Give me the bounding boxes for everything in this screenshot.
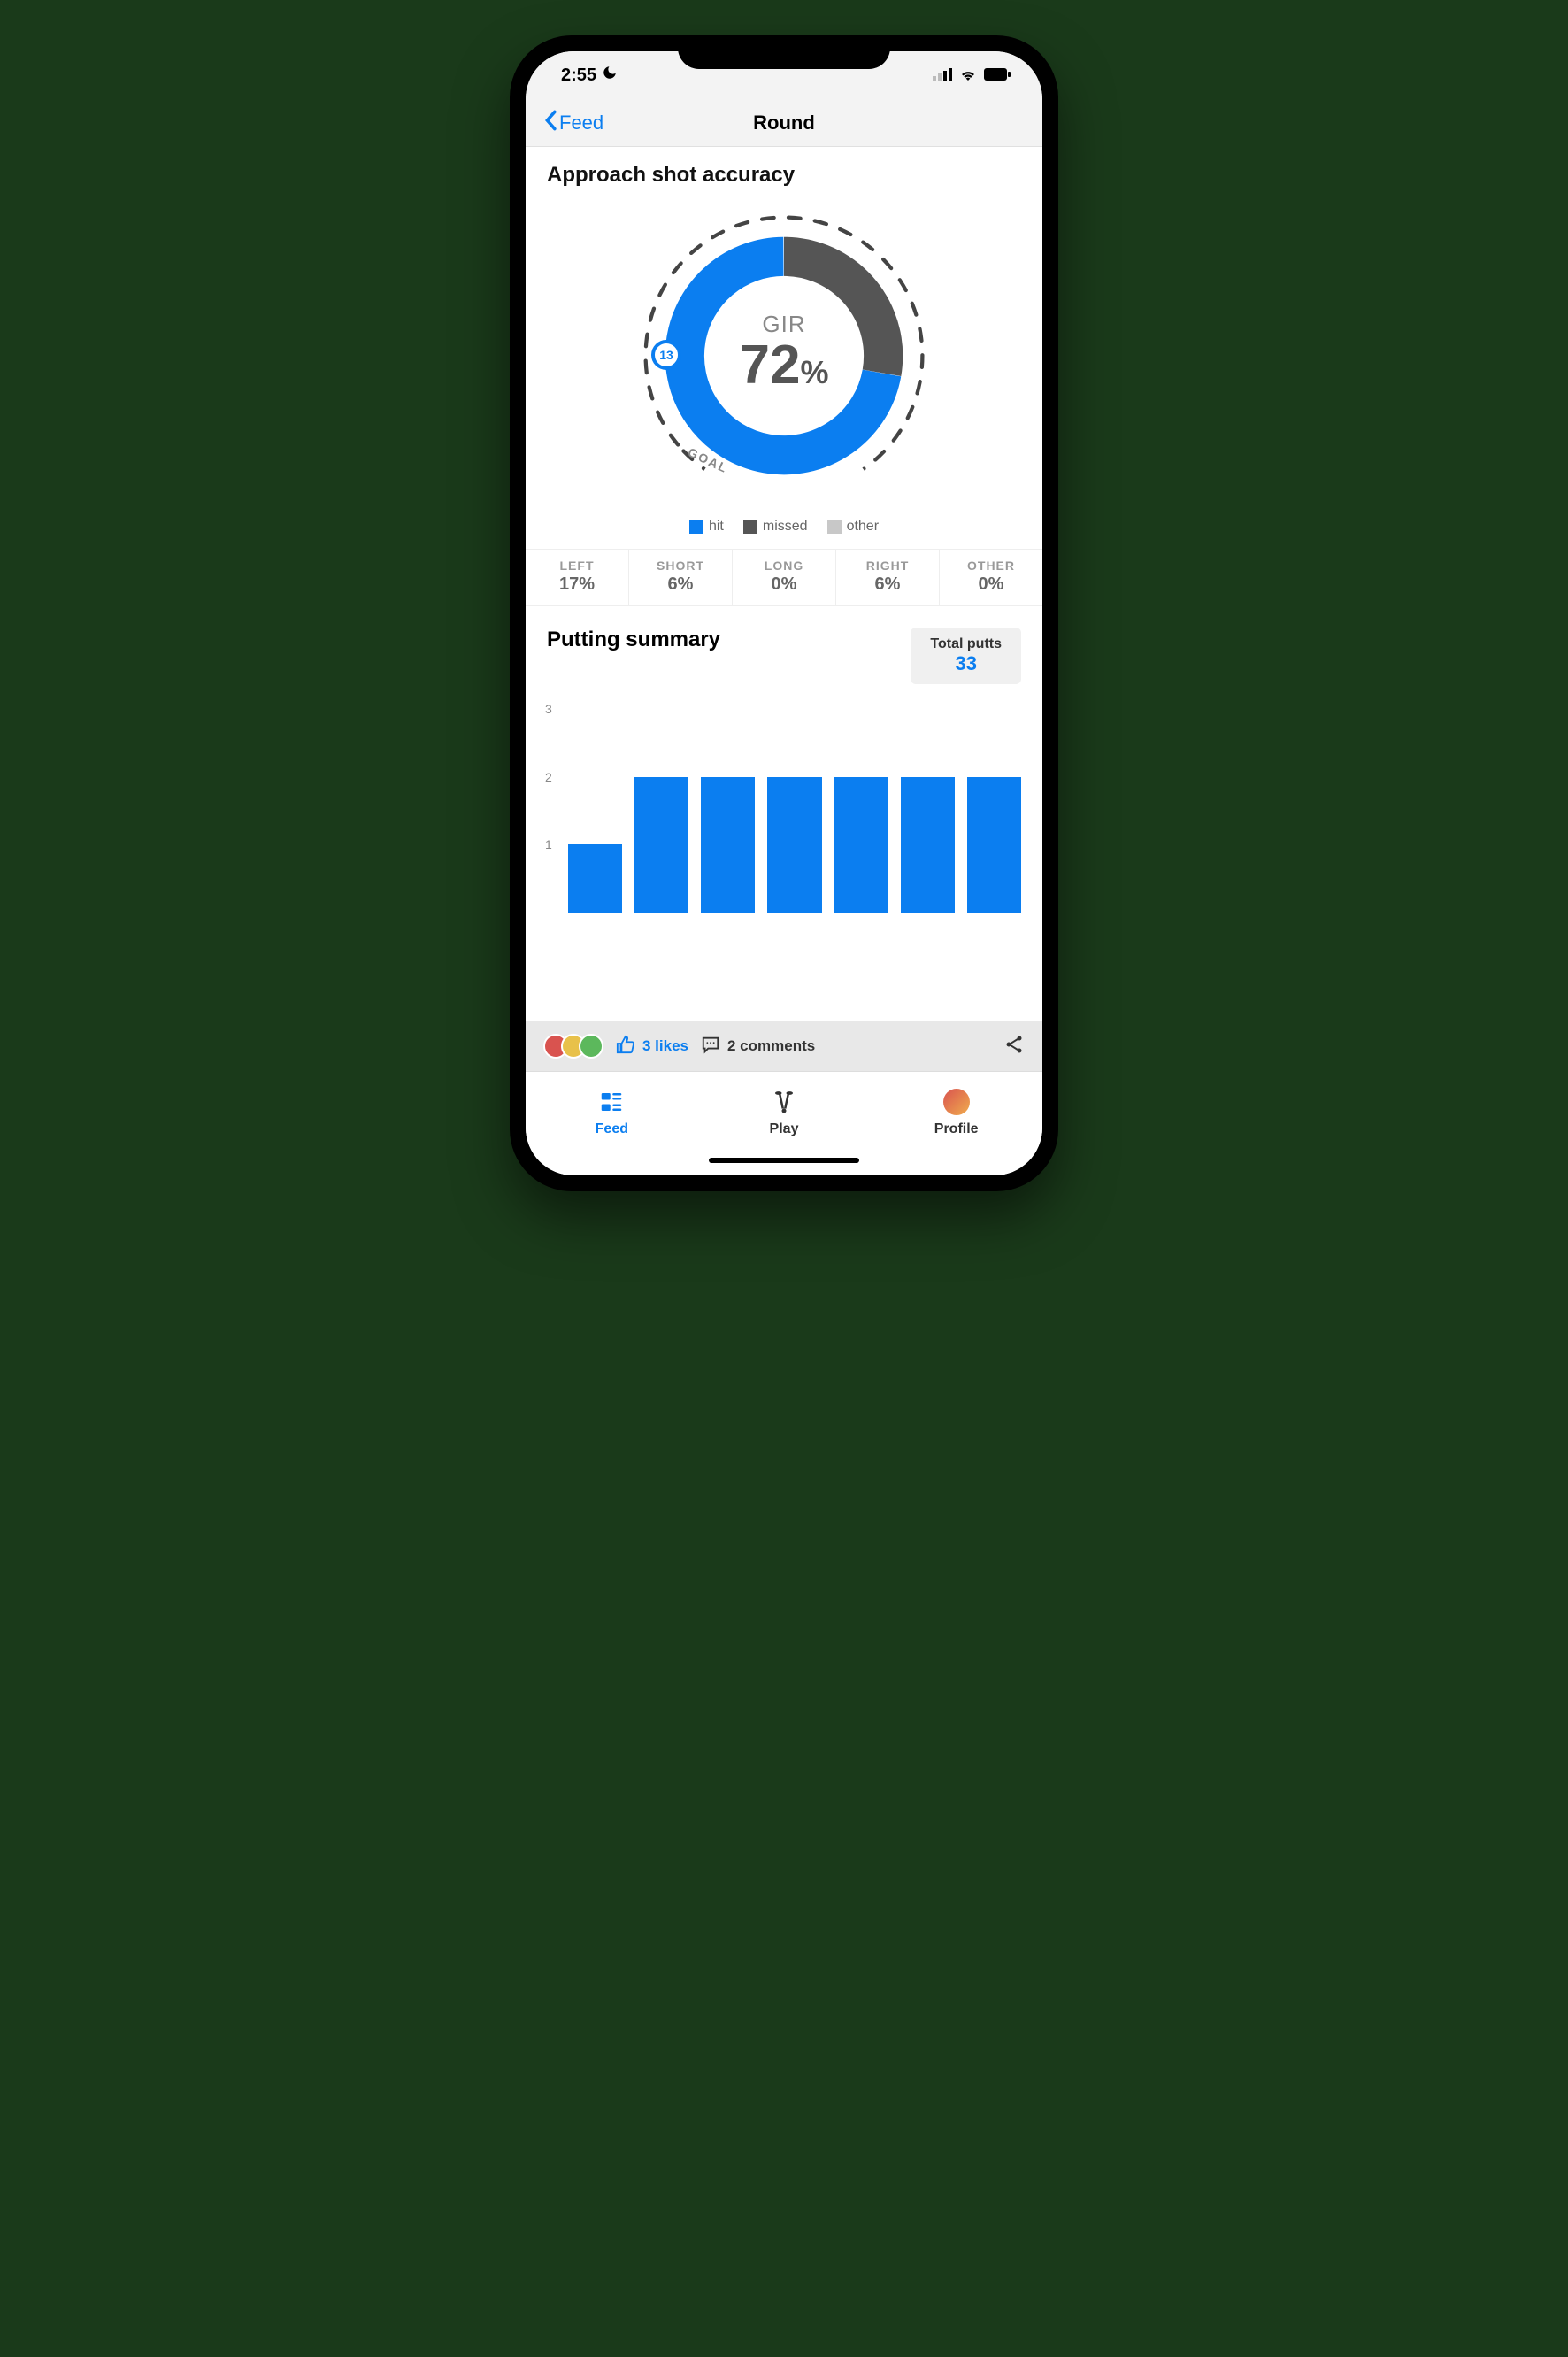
legend-label: other	[847, 519, 879, 535]
miss-label: RIGHT	[836, 558, 939, 573]
miss-value: 6%	[836, 574, 939, 595]
gir-value: 72	[740, 335, 801, 396]
putting-bar-chart: 123	[568, 709, 1021, 913]
tab-play[interactable]: Play	[698, 1072, 871, 1152]
back-button[interactable]: Feed	[543, 110, 603, 136]
tab-feed[interactable]: Feed	[526, 1072, 698, 1152]
profile-icon	[942, 1088, 971, 1116]
miss-value: 6%	[629, 574, 732, 595]
total-putts-label: Total putts	[930, 636, 1002, 652]
miss-cell: LONG0%	[733, 550, 836, 605]
likes-text: 3 likes	[642, 1037, 688, 1055]
avatar	[579, 1034, 603, 1059]
back-label: Feed	[559, 112, 603, 135]
comments-button[interactable]: 2 comments	[701, 1035, 815, 1059]
feed-icon	[597, 1088, 626, 1116]
wifi-icon	[959, 65, 977, 86]
gir-donut: GIR 72% GOAL 13	[526, 196, 1042, 519]
putt-bar	[701, 777, 755, 913]
legend-swatch	[689, 520, 703, 534]
miss-cell: RIGHT6%	[836, 550, 940, 605]
total-putts-value: 33	[930, 652, 1002, 675]
legend-label: hit	[709, 519, 724, 535]
y-tick: 2	[545, 770, 552, 784]
legend-swatch	[743, 520, 757, 534]
putt-bar	[767, 777, 821, 913]
social-bar: 3 likes 2 comments	[526, 1021, 1042, 1071]
y-tick: 3	[545, 702, 552, 716]
nav-bar: Feed Round	[526, 99, 1042, 147]
legend: hit missed other	[526, 519, 1042, 549]
page-title: Round	[753, 112, 815, 135]
miss-cell: SHORT6%	[629, 550, 733, 605]
legend-item: other	[827, 519, 879, 535]
legend-item: missed	[743, 519, 808, 535]
y-tick: 1	[545, 837, 552, 851]
play-icon	[770, 1088, 798, 1116]
miss-cell: OTHER0%	[940, 550, 1042, 605]
legend-swatch	[827, 520, 842, 534]
liker-avatars[interactable]	[543, 1034, 603, 1059]
likes-button[interactable]: 3 likes	[616, 1035, 688, 1059]
home-indicator[interactable]	[526, 1152, 1042, 1175]
putt-bar	[901, 777, 955, 913]
share-button[interactable]	[1003, 1034, 1025, 1059]
legend-label: missed	[763, 519, 808, 535]
miss-label: SHORT	[629, 558, 732, 573]
moon-icon	[602, 65, 618, 86]
putt-bar	[568, 844, 622, 913]
legend-item: hit	[689, 519, 724, 535]
battery-icon	[984, 65, 1011, 86]
content: Approach shot accuracy GIR	[526, 147, 1042, 1021]
phone-frame: 2:55	[510, 35, 1058, 1191]
comment-icon	[701, 1035, 720, 1059]
putt-bar	[967, 777, 1021, 913]
tab-bar: Feed Play Profile	[526, 1071, 1042, 1152]
signal-icon	[933, 65, 952, 86]
goal-marker: 13	[651, 340, 681, 370]
total-putts-badge: Total putts 33	[911, 628, 1021, 684]
putt-bar	[634, 777, 688, 913]
tab-label: Profile	[934, 1121, 979, 1137]
tab-label: Feed	[596, 1121, 628, 1137]
miss-label: LONG	[733, 558, 835, 573]
thumbs-up-icon	[616, 1035, 635, 1059]
comments-text: 2 comments	[727, 1037, 815, 1055]
tab-profile[interactable]: Profile	[870, 1072, 1042, 1152]
miss-breakdown: LEFT17%SHORT6%LONG0%RIGHT6%OTHER0%	[526, 549, 1042, 606]
approach-title: Approach shot accuracy	[526, 147, 1042, 196]
gir-pct: %	[800, 354, 828, 390]
miss-cell: LEFT17%	[526, 550, 629, 605]
miss-label: LEFT	[526, 558, 628, 573]
notch	[678, 35, 890, 69]
tab-label: Play	[770, 1121, 799, 1137]
putting-title: Putting summary	[547, 628, 720, 652]
goal-marker-value: 13	[659, 348, 673, 362]
miss-value: 0%	[940, 574, 1042, 595]
miss-value: 0%	[733, 574, 835, 595]
miss-value: 17%	[526, 574, 628, 595]
putt-bar	[834, 777, 888, 913]
chevron-left-icon	[543, 110, 557, 136]
status-time: 2:55	[561, 65, 596, 86]
miss-label: OTHER	[940, 558, 1042, 573]
phone-screen: 2:55	[526, 51, 1042, 1175]
share-icon	[1003, 1044, 1025, 1059]
